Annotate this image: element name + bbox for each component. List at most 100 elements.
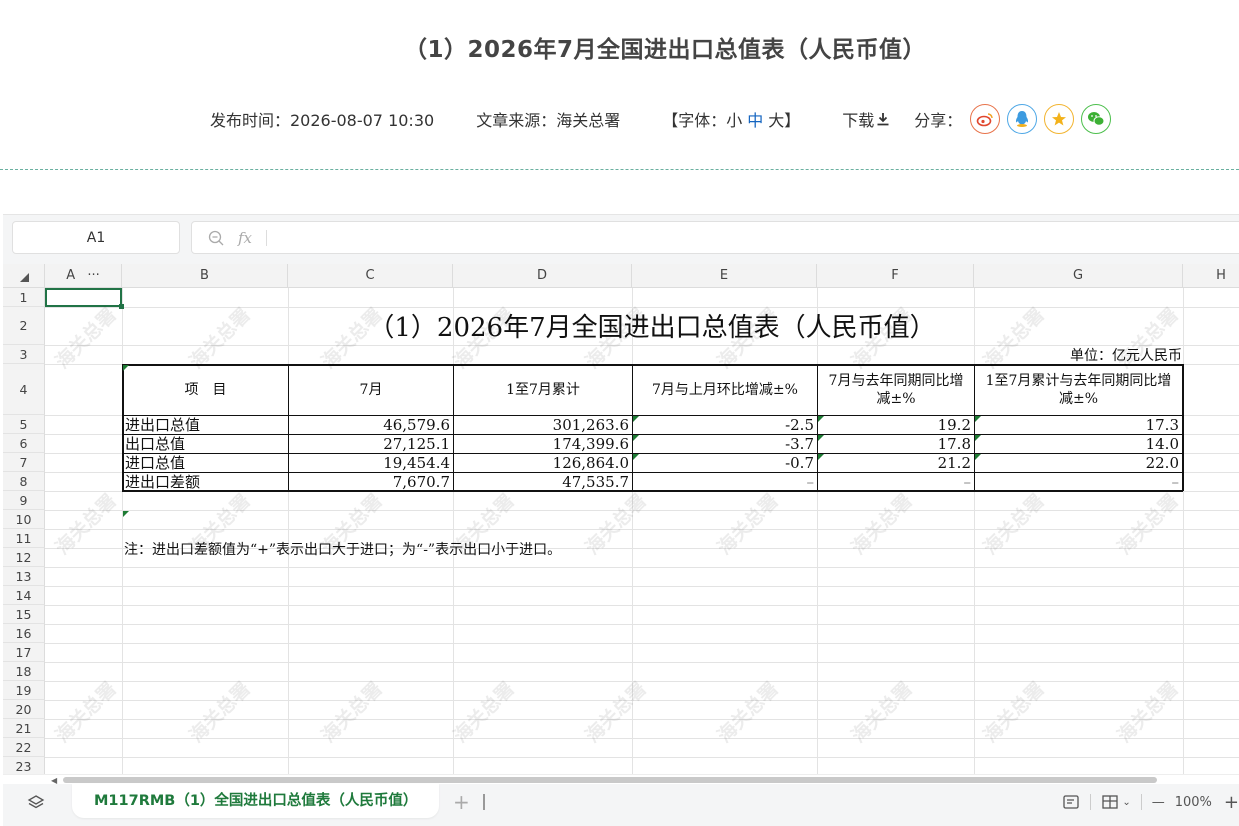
- add-sheet-button[interactable]: +: [453, 790, 470, 814]
- header-month: 7月: [359, 382, 383, 398]
- row-header-17[interactable]: 17: [3, 643, 45, 662]
- column-header-h[interactable]: H: [1183, 264, 1239, 288]
- tab-separator: [483, 794, 485, 810]
- row-header-9[interactable]: 9: [3, 491, 45, 510]
- column-menu-icon[interactable]: ···: [87, 268, 99, 283]
- row-header-19[interactable]: 19: [3, 681, 45, 700]
- row-header-6[interactable]: 6: [3, 434, 45, 453]
- row-header-10[interactable]: 10: [3, 510, 45, 529]
- row-header-15[interactable]: 15: [3, 605, 45, 624]
- grid-line: [45, 681, 1239, 682]
- qq-icon[interactable]: [1007, 104, 1038, 134]
- row-header-22[interactable]: 22: [3, 738, 45, 757]
- cell-export-yoy: 17.8: [937, 435, 971, 453]
- publish-time: 发布时间：2026-08-07 10:30: [210, 111, 435, 130]
- cell-marker: [975, 454, 981, 460]
- download-button[interactable]: 下载: [842, 107, 890, 131]
- horizontal-scrollbar[interactable]: ◀: [3, 774, 1239, 785]
- watermark: 海关总署: [51, 677, 121, 748]
- row-header-20[interactable]: 20: [3, 700, 45, 719]
- font-size-control: 【字体：小中大】: [662, 107, 800, 131]
- sheet-grid[interactable]: A ··· B C D E F G H 1 2 3 4 5 6 7 8 9 10…: [3, 264, 1239, 774]
- cell-export-month: 27,125.1: [383, 435, 450, 453]
- read-mode-icon[interactable]: [1062, 794, 1080, 810]
- page: （1）2026年7月全国进出口总值表（人民币值） 发布时间：2026-08-07…: [0, 0, 1239, 826]
- row-header-14[interactable]: 14: [3, 586, 45, 605]
- layers-icon[interactable]: [25, 792, 47, 814]
- grid-line: [45, 624, 1239, 625]
- cell-balance-cumulative: 47,535.7: [562, 473, 629, 490]
- font-medium-button[interactable]: 中: [747, 111, 763, 130]
- grid-line: [45, 510, 1239, 511]
- cell-total-cumulative-yoy: 17.3: [1145, 416, 1179, 434]
- cell-balance-yoy: –: [963, 473, 972, 490]
- row-header-12[interactable]: 12: [3, 548, 45, 567]
- grid-line: [817, 288, 818, 774]
- row-label-export: 出口总值: [125, 435, 186, 453]
- column-header-f[interactable]: F: [817, 264, 974, 288]
- column-header-d[interactable]: D: [453, 264, 632, 288]
- name-box[interactable]: A1: [12, 221, 180, 254]
- fx-icon: fx: [238, 228, 253, 247]
- grid-line: [122, 288, 123, 774]
- column-header-e[interactable]: E: [632, 264, 817, 288]
- sheet-tab-bar: M117RMB（1）全国进出口总值表（人民币值） + ⌄ — 100% +: [3, 784, 1239, 826]
- cell-marker: [975, 435, 981, 441]
- table-border-bottom: [122, 490, 1183, 492]
- column-a-label: A: [66, 268, 76, 283]
- sheet-tab-active[interactable]: M117RMB（1）全国进出口总值表（人民币值）: [72, 784, 440, 818]
- row-label-total: 进出口总值: [125, 416, 201, 434]
- row-label-import: 进口总值: [125, 454, 186, 472]
- row-header-23[interactable]: 23: [3, 757, 45, 774]
- row-header-16[interactable]: 16: [3, 624, 45, 643]
- watermark: 海关总署: [979, 677, 1049, 748]
- cell-balance-month: 7,670.7: [392, 473, 450, 490]
- column-header-g[interactable]: G: [974, 264, 1183, 288]
- cell-balance-cumulative-yoy: –: [1171, 473, 1180, 490]
- row-header-21[interactable]: 21: [3, 719, 45, 738]
- row-header-7[interactable]: 7: [3, 453, 45, 472]
- cell-export-cumulative: 174,399.6: [552, 435, 629, 453]
- cell-import-cumulative: 126,864.0: [552, 454, 629, 472]
- row-header-1[interactable]: 1: [3, 288, 45, 307]
- row-header-5[interactable]: 5: [3, 415, 45, 434]
- table-border-right: [1182, 364, 1184, 491]
- grid-line: [45, 719, 1239, 720]
- font-small-button[interactable]: 小: [726, 111, 742, 130]
- cell-import-month: 19,454.4: [383, 454, 450, 472]
- column-header-b[interactable]: B: [122, 264, 288, 288]
- row-header-13[interactable]: 13: [3, 567, 45, 586]
- zoom-out-button[interactable]: —: [1152, 795, 1165, 810]
- selected-cell-a1[interactable]: [45, 288, 124, 309]
- column-header-a[interactable]: A ···: [45, 264, 122, 288]
- scrollbar-thumb[interactable]: [63, 777, 1157, 783]
- weibo-icon[interactable]: [970, 104, 1001, 134]
- cell-marker: [633, 416, 639, 422]
- qzone-icon[interactable]: [1044, 104, 1075, 134]
- row-header-2[interactable]: 2: [3, 307, 45, 345]
- row-header-3[interactable]: 3: [3, 345, 45, 364]
- row-header-8[interactable]: 8: [3, 472, 45, 491]
- row-header-11[interactable]: 11: [3, 529, 45, 548]
- freeze-panes-icon[interactable]: [1101, 794, 1119, 810]
- row-header-4[interactable]: 4: [3, 364, 45, 415]
- toolbar-separator: [1140, 794, 1142, 810]
- grid-line: [45, 605, 1239, 606]
- cell-marker: [123, 365, 129, 371]
- cell-marker: [123, 511, 129, 517]
- chevron-down-icon[interactable]: ⌄: [1122, 797, 1130, 808]
- cell-import-yoy: 21.2: [937, 454, 971, 472]
- grid-line: [45, 307, 1239, 308]
- grid-line: [453, 288, 454, 774]
- select-all-corner[interactable]: [3, 264, 45, 288]
- watermark: 海关总署: [51, 303, 121, 374]
- cell-marker: [975, 416, 981, 422]
- status-controls: ⌄ — 100% +: [1062, 790, 1239, 814]
- zoom-in-button[interactable]: +: [1224, 792, 1239, 813]
- download-icon: [877, 113, 889, 126]
- column-header-c[interactable]: C: [288, 264, 453, 288]
- formula-bar[interactable]: fx: [191, 221, 1239, 254]
- row-header-18[interactable]: 18: [3, 662, 45, 681]
- font-large-button[interactable]: 大: [768, 111, 784, 130]
- wechat-icon[interactable]: [1081, 104, 1112, 134]
